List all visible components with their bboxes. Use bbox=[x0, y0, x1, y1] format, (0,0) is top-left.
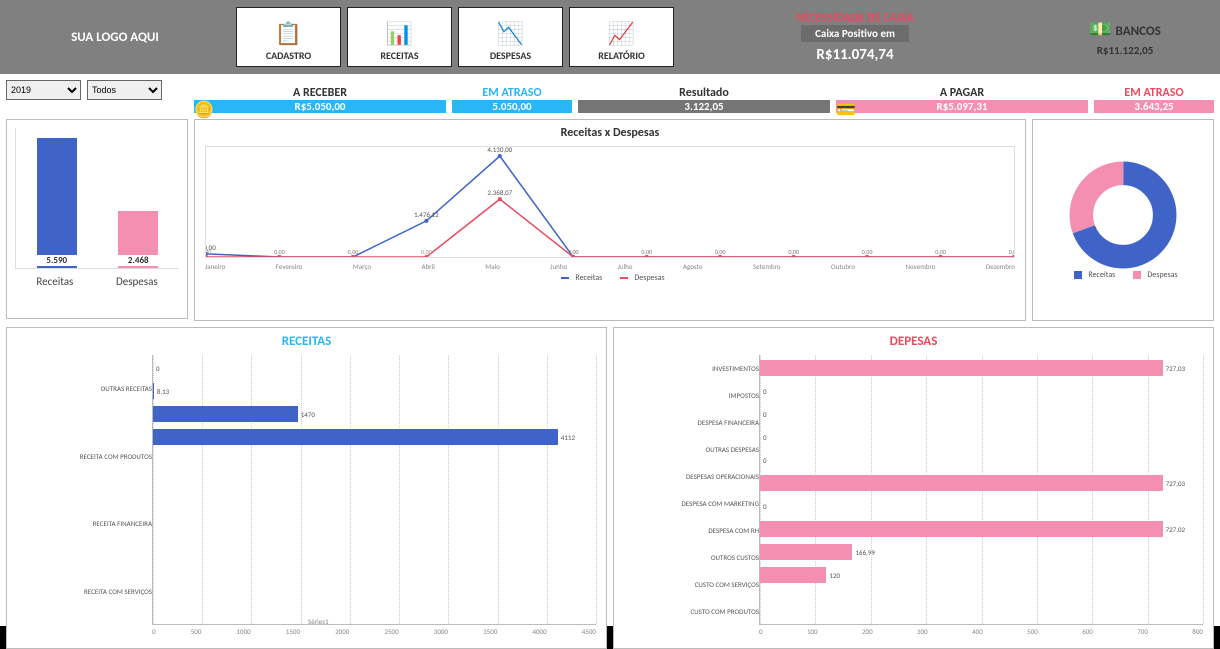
card-a-receber: 🪙 R$5.050,00 bbox=[194, 100, 446, 113]
donut-legend: ReceitasDespesas bbox=[1062, 270, 1183, 280]
svg-text:0,00: 0,00 bbox=[1009, 248, 1014, 256]
svg-text:0,00: 0,00 bbox=[348, 248, 359, 256]
logo-placeholder: SUA LOGO AQUI bbox=[0, 30, 230, 45]
svg-text:0,00: 0,00 bbox=[715, 248, 726, 256]
caixa-heading: NECESSIDADE DE CAIXA bbox=[796, 11, 914, 25]
money-icon: 💵 bbox=[1089, 18, 1111, 40]
bancos-value: R$11.122,05 bbox=[1097, 44, 1154, 57]
caixa-value: R$11.074,74 bbox=[816, 46, 893, 64]
svg-text:0,00: 0,00 bbox=[274, 248, 285, 256]
mini-bar-chart: 5.5902.468 ReceitasDespesas bbox=[6, 119, 188, 319]
svg-text:0,00: 0,00 bbox=[935, 248, 946, 256]
atraso-pag-value: 3.643,25 bbox=[1134, 100, 1173, 113]
receitas-barh: RECEITAS OUTRAS RECEITASRECEITA COM PROD… bbox=[6, 327, 607, 649]
nav-relatorio[interactable]: 📈 RELATÓRIO bbox=[569, 7, 674, 67]
resultado-title: Resultado bbox=[679, 86, 729, 100]
year-select[interactable]: 2019 bbox=[6, 80, 81, 100]
summary-row: 2019 Todos A RECEBER 🪙 R$5.050,00 EM ATR… bbox=[6, 80, 1214, 113]
card-resultado: 3.122,05 bbox=[578, 100, 830, 113]
bancos-label: BANCOS bbox=[1116, 24, 1161, 39]
nav-label: CADASTRO bbox=[266, 49, 311, 62]
atraso-pag-title: EM ATRASO bbox=[1124, 86, 1183, 100]
nav-label: DESPESAS bbox=[490, 49, 531, 62]
nav-despesas[interactable]: 📉 DESPESAS bbox=[458, 7, 563, 67]
nav-buttons: 📋 CADASTRO 📊 RECEITAS 📉 DESPESAS 📈 RELATÓRIO bbox=[236, 7, 674, 67]
card-atraso-pag: 3.643,25 bbox=[1094, 100, 1214, 113]
line-title: Receitas x Despesas bbox=[195, 126, 1025, 140]
svg-text:1.476,12: 1.476,12 bbox=[414, 210, 439, 219]
register-icon: 📋 bbox=[275, 23, 302, 45]
report-icon: 📈 bbox=[608, 23, 635, 45]
mid-charts: 5.5902.468 ReceitasDespesas Receitas x D… bbox=[6, 119, 1214, 321]
nav-label: RELATÓRIO bbox=[598, 49, 645, 62]
a-receber-value: R$5.050,00 bbox=[295, 100, 346, 113]
resultado-value: 3.122,05 bbox=[684, 100, 723, 113]
atraso-rec-value: 5.050,00 bbox=[492, 100, 531, 113]
svg-text:0,00: 0,00 bbox=[862, 248, 873, 256]
despesas-title: DEPESAS bbox=[614, 334, 1213, 349]
svg-text:0,00: 0,00 bbox=[206, 248, 211, 256]
svg-text:0,00: 0,00 bbox=[421, 248, 432, 256]
card-a-pagar: 💳 R$5.097,31 bbox=[836, 100, 1088, 113]
svg-text:0,00: 0,00 bbox=[788, 248, 799, 256]
line-legend: ReceitasDespesas bbox=[195, 273, 1025, 283]
a-receber-title: A RECEBER bbox=[293, 86, 347, 100]
receitas-title: RECEITAS bbox=[7, 334, 606, 349]
svg-text:0,00: 0,00 bbox=[641, 248, 652, 256]
svg-text:4.130,00: 4.130,00 bbox=[487, 147, 512, 154]
a-pagar-value: R$5.097,31 bbox=[937, 100, 988, 113]
nav-cadastro[interactable]: 📋 CADASTRO bbox=[236, 7, 341, 67]
top-bar: SUA LOGO AQUI 📋 CADASTRO 📊 RECEITAS 📉 DESPE… bbox=[0, 0, 1220, 74]
svg-text:0,00: 0,00 bbox=[568, 248, 579, 256]
account-select[interactable]: Todos bbox=[87, 80, 162, 100]
line-chart: Receitas x Despesas 130,000,000,001.476,… bbox=[194, 119, 1026, 321]
filter-controls: 2019 Todos bbox=[6, 80, 188, 113]
atraso-rec-title: EM ATRASO bbox=[482, 86, 541, 100]
a-pagar-title: A PAGAR bbox=[940, 86, 984, 100]
nav-receitas[interactable]: 📊 RECEITAS bbox=[347, 7, 452, 67]
donut-chart: ReceitasDespesas bbox=[1032, 119, 1214, 321]
income-icon: 📊 bbox=[386, 23, 413, 45]
card-atraso-rec: 5.050,00 bbox=[452, 100, 572, 113]
expense-icon: 📉 bbox=[497, 23, 524, 45]
svg-text:2.368,07: 2.368,07 bbox=[487, 188, 512, 197]
despesas-barh: DEPESAS INVESTIMENTOSIMPOSTOSDESPESA FIN… bbox=[613, 327, 1214, 649]
bottom-charts: RECEITAS OUTRAS RECEITASRECEITA COM PROD… bbox=[6, 327, 1214, 649]
caixa-sub: Caixa Positivo em bbox=[801, 25, 909, 42]
nav-label: RECEITAS bbox=[380, 49, 418, 62]
bancos-summary: 💵 BANCOS R$11.122,05 bbox=[1030, 18, 1220, 57]
caixa-summary: NECESSIDADE DE CAIXA Caixa Positivo em R… bbox=[680, 11, 1030, 64]
